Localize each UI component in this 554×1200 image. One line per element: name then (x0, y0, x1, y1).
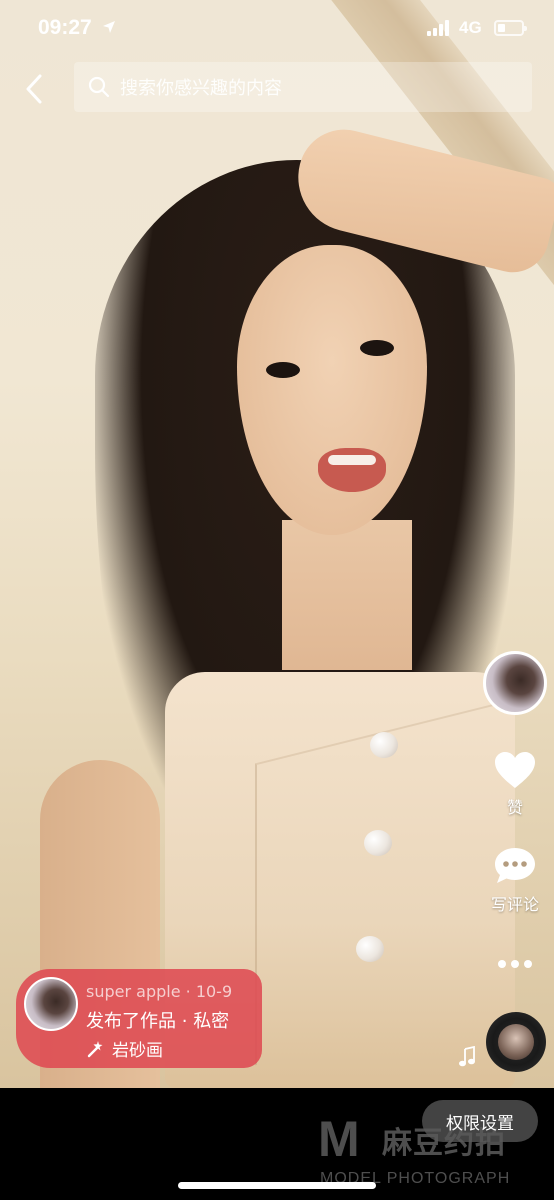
card-action: 发布了作品 (86, 1011, 176, 1032)
location-arrow-icon (103, 21, 115, 33)
music-cover (498, 1024, 534, 1060)
chevron-left-icon[interactable] (20, 72, 50, 106)
video-subject-eye (266, 362, 300, 378)
separator-dot: · (185, 982, 196, 1001)
like-button[interactable]: 赞 (484, 750, 546, 818)
card-effect-line[interactable]: 岩砂画 (86, 1036, 163, 1061)
publish-info-card[interactable]: super apple · 10-9 发布了作品 · 私密 岩砂画 (16, 969, 262, 1068)
status-time: 09:27 (38, 16, 92, 39)
video-subject-neck (282, 520, 412, 670)
more-dots-icon[interactable] (498, 958, 534, 970)
pearl-button (370, 732, 398, 758)
watermark-letter: M (318, 1111, 360, 1167)
permission-settings-button[interactable]: 权限设置 (422, 1100, 538, 1142)
cellular-signal-icon (427, 20, 451, 36)
like-label: 赞 (506, 798, 523, 817)
search-placeholder: 搜索你感兴趣的内容 (120, 78, 282, 99)
video-player[interactable] (0, 0, 554, 1088)
pearl-button (364, 830, 392, 856)
effect-sparkle-icon (87, 1040, 103, 1057)
card-avatar (24, 977, 78, 1031)
separator-dot: · (181, 1011, 194, 1032)
pearl-button (356, 936, 384, 962)
music-note-icon (459, 1046, 475, 1067)
card-action-line: 发布了作品 · 私密 (86, 1007, 229, 1033)
music-disc[interactable] (486, 1012, 546, 1072)
search-bar[interactable]: 搜索你感兴趣的内容 (74, 62, 532, 112)
card-username: super apple (86, 982, 181, 1001)
search-icon (88, 76, 110, 98)
author-avatar[interactable] (483, 651, 547, 715)
comment-label: 写评论 (490, 895, 539, 914)
card-user-line: super apple · 10-9 (86, 982, 232, 1001)
network-type: 4G (459, 18, 482, 37)
comment-button[interactable]: 写评论 (484, 845, 546, 915)
status-bar: 09:27 4G (0, 0, 554, 60)
card-effect-name: 岩砂画 (112, 1041, 163, 1061)
video-subject-mouth (318, 448, 386, 492)
card-visibility: 私密 (193, 1011, 230, 1032)
home-indicator[interactable] (178, 1182, 376, 1189)
comment-bubble-icon (495, 848, 535, 883)
battery-icon (494, 20, 527, 36)
card-date: 10-9 (195, 982, 233, 1001)
video-subject-eye (360, 340, 394, 356)
heart-icon (495, 752, 535, 788)
